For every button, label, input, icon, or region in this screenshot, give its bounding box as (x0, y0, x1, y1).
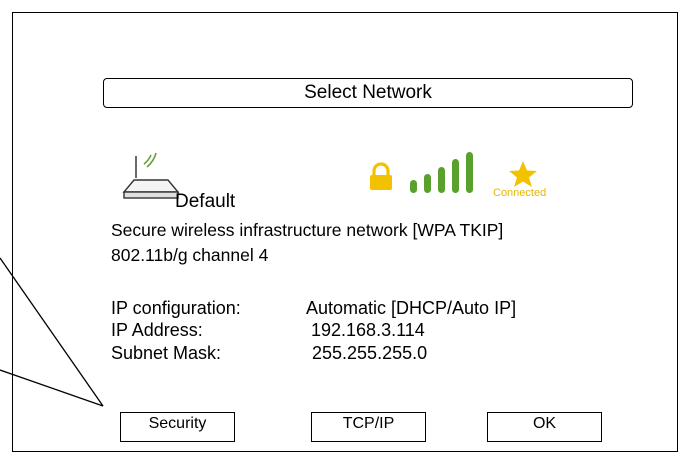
ip-address-label: IP Address: (111, 320, 203, 340)
ok-button-label: OK (532, 415, 557, 432)
dialog-title-text: Select Network (304, 82, 432, 103)
ip-config-label: IP configuration: (111, 298, 241, 318)
ip-config-value: Automatic [DHCP/Auto IP] (306, 298, 517, 318)
security-button-label: Security (148, 415, 207, 432)
connection-status: Connected (493, 187, 547, 199)
subnet-mask-label: Subnet Mask: (111, 343, 222, 363)
network-mode: 802.11b/g channel 4 (111, 245, 269, 265)
network-name: Default (175, 191, 236, 212)
network-description: Secure wireless infrastructure network [… (111, 220, 504, 240)
ip-address-value: 192.168.3.114 (311, 320, 425, 340)
tcpip-button-label: TCP/IP (342, 415, 395, 432)
lock-icon (370, 162, 392, 190)
dialog-title: Select Network (103, 78, 633, 108)
signal-strength-icon (410, 152, 473, 193)
wireless-router-icon (122, 152, 180, 199)
subnet-mask-value: 255.255.255.0 (312, 343, 428, 363)
star-icon (509, 161, 537, 187)
